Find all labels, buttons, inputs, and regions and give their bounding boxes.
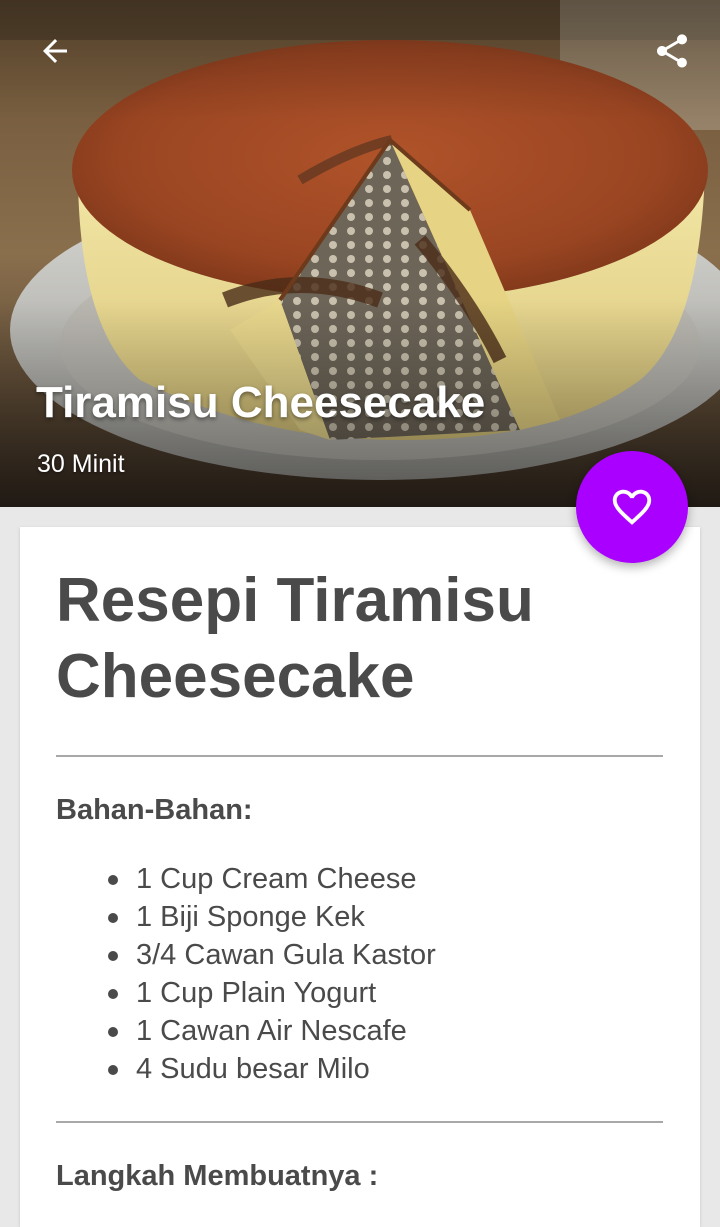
ingredients-heading: Bahan-Bahan: <box>56 794 253 826</box>
back-button[interactable] <box>30 28 80 74</box>
favorite-button[interactable] <box>576 451 688 563</box>
list-item: 3/4 Cawan Gula Kastor <box>106 936 436 974</box>
ingredients-list: 1 Cup Cream Cheese 1 Biji Sponge Kek 3/4… <box>106 860 436 1088</box>
recipe-card: Resepi Tiramisu Cheesecake Bahan-Bahan: … <box>20 527 700 1227</box>
recipe-title: Resepi Tiramisu Cheesecake <box>56 566 534 711</box>
divider <box>56 1121 663 1123</box>
heart-icon <box>612 489 652 525</box>
list-item: 1 Biji Sponge Kek <box>106 898 436 936</box>
divider <box>56 755 663 757</box>
list-item: 4 Sudu besar Milo <box>106 1050 436 1088</box>
cooking-duration: 30 Minit <box>37 450 125 478</box>
list-item: 1 Cup Cream Cheese <box>106 860 436 898</box>
share-button[interactable] <box>648 26 696 76</box>
arrow-left-icon <box>43 39 67 63</box>
steps-heading: Langkah Membuatnya : <box>56 1160 379 1192</box>
share-icon <box>657 34 687 68</box>
list-item: 1 Cawan Air Nescafe <box>106 1012 436 1050</box>
recipe-header-image <box>0 0 720 507</box>
recipe-header-title: Tiramisu Cheesecake <box>36 378 486 427</box>
list-item: 1 Cup Plain Yogurt <box>106 974 436 1012</box>
hero-gradient-overlay <box>0 0 720 507</box>
